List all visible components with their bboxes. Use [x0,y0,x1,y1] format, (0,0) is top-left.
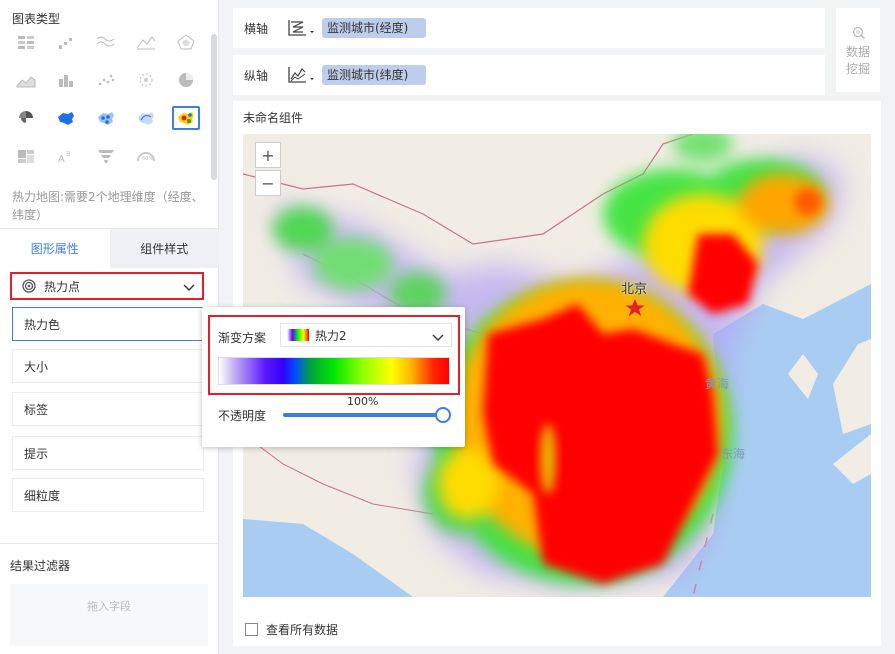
chart-type-radar[interactable] [172,30,200,54]
chart-type-china-map[interactable] [52,106,80,130]
treemap-icon [18,150,34,163]
svg-text:B: B [66,150,71,158]
y-axis-type-selector[interactable] [286,65,318,85]
svg-text:60%: 60% [142,156,153,162]
mountain-line-icon [136,36,156,50]
chart-type-hint: 热力地图:需要2个地理维度（经度、纬度） [12,190,204,222]
gauge-icon: 60% [137,152,155,162]
chart-type-gauge[interactable]: 60% [132,144,160,168]
filter-drop-zone[interactable]: 拖入字段 [10,584,208,646]
widget-title[interactable]: 未命名组件 [243,109,303,126]
radar-icon [177,34,195,50]
chart-type-title: 图表类型 [12,12,61,26]
chart-type-wave-line[interactable] [92,30,120,54]
table-icon [18,36,34,49]
heat-ridge [540,424,556,494]
chevron-down-icon [432,334,444,341]
gradient-scheme-label: 渐变方案 [218,331,267,345]
mark-type-select[interactable]: 热力点 [10,272,204,300]
data-mining-button[interactable]: 数据 挖掘 [836,8,880,92]
chart-type-dot-ring[interactable] [132,68,160,92]
sea-label-yellow-sea: 黄海 [705,377,730,391]
rose-icon [19,111,33,123]
magnifier-icon [852,26,866,40]
property-heat-color[interactable]: 热力色 [12,307,204,341]
chevron-down-icon [183,284,195,291]
gradient-preview-bar [218,357,450,385]
flow-map-icon [138,112,154,125]
x-axis-field-pill[interactable]: 监测城市(经度) [322,18,426,38]
chart-type-heat-map[interactable] [172,106,200,130]
y-axis-field-pill[interactable]: 监测城市(纬度) [322,65,426,85]
divider [0,543,219,544]
chart-type-bar-grid[interactable] [52,30,80,54]
data-mining-label-1: 数据 [845,45,870,59]
sea-label-east-sea: 东海 [721,447,746,461]
funnel-icon [98,150,114,163]
chart-type-funnel[interactable] [92,144,120,168]
china-map-icon [58,112,74,125]
data-mining-label-2: 挖掘 [845,62,870,76]
chart-type-table[interactable] [12,30,40,54]
chart-type-area[interactable] [12,68,40,92]
wave-line-icon [96,36,115,47]
chart-type-scatter[interactable] [92,68,120,92]
chart-type-flow-map[interactable] [132,106,160,130]
word-cloud-icon: AB [58,150,71,165]
column-icon [59,75,73,87]
chart-type-word-cloud[interactable]: AB [52,144,80,168]
gradient-scheme-select[interactable]: 热力2 [280,323,452,347]
heat-color-popup: 渐变方案 热力2 100% 不透明度 [202,307,465,447]
tab-component-style[interactable]: 组件样式 [109,229,219,268]
opacity-slider-track[interactable] [283,413,443,417]
opacity-slider-handle[interactable] [435,407,451,423]
x-axis-label: 横轴 [244,21,269,36]
see-all-label: 查看所有数据 [266,623,339,637]
gradient-settings: 渐变方案 热力2 [208,315,460,395]
continuous-line-icon [288,67,314,83]
y-axis-row: 纵轴 监测城市(纬度) [233,55,825,95]
chart-type-mountain-line[interactable] [132,30,160,54]
opacity-label: 不透明度 [218,409,267,423]
property-granularity[interactable]: 细粒度 [12,478,204,512]
property-tabs: 图形属性 组件样式 [0,228,219,268]
y-axis-label: 纵轴 [244,68,269,83]
property-tooltip[interactable]: 提示 [12,436,204,470]
continuous-axis-icon [288,20,314,36]
pie-icon [179,73,193,87]
gradient-swatch-icon [287,329,309,341]
heat-point-icon [22,279,36,293]
result-filter-title: 结果过滤器 [10,559,71,573]
chart-type-point-map[interactable] [92,106,120,130]
see-all-checkbox[interactable] [245,623,258,636]
bar-grid-icon [59,38,72,49]
area-icon [16,76,36,88]
scatter-icon [98,74,115,86]
zoom-in-button[interactable]: + [255,142,281,168]
tab-graphic-properties[interactable]: 图形属性 [0,229,110,268]
x-axis-type-selector[interactable] [286,18,318,38]
x-axis-row: 横轴 监测城市(经度) [233,8,825,48]
chart-type-pie[interactable] [172,68,200,92]
panel-scrollbar[interactable] [211,34,217,180]
gradient-scheme-value: 热力2 [315,328,347,343]
zoom-out-button[interactable]: − [255,170,281,196]
dot-ring-icon [139,73,153,87]
chart-type-rose[interactable] [12,106,40,130]
chart-type-treemap[interactable] [12,144,40,168]
property-size[interactable]: 大小 [12,349,204,383]
opacity-value: 100% [347,395,379,408]
chart-type-column[interactable] [52,68,80,92]
property-label[interactable]: 标签 [12,392,204,426]
capital-label: 北京 [621,282,648,297]
point-map-icon [98,112,114,125]
left-panel: 图表类型 A B 60% 热力地图:需要2个地理维度（经度、纬度） 图形属性 组件样… [0,0,219,654]
see-all-data-toggle[interactable]: 查看所有数据 [245,621,338,638]
heat-map-icon [178,112,194,125]
svg-text:A: A [58,154,65,165]
mark-type-label: 热力点 [44,279,81,294]
